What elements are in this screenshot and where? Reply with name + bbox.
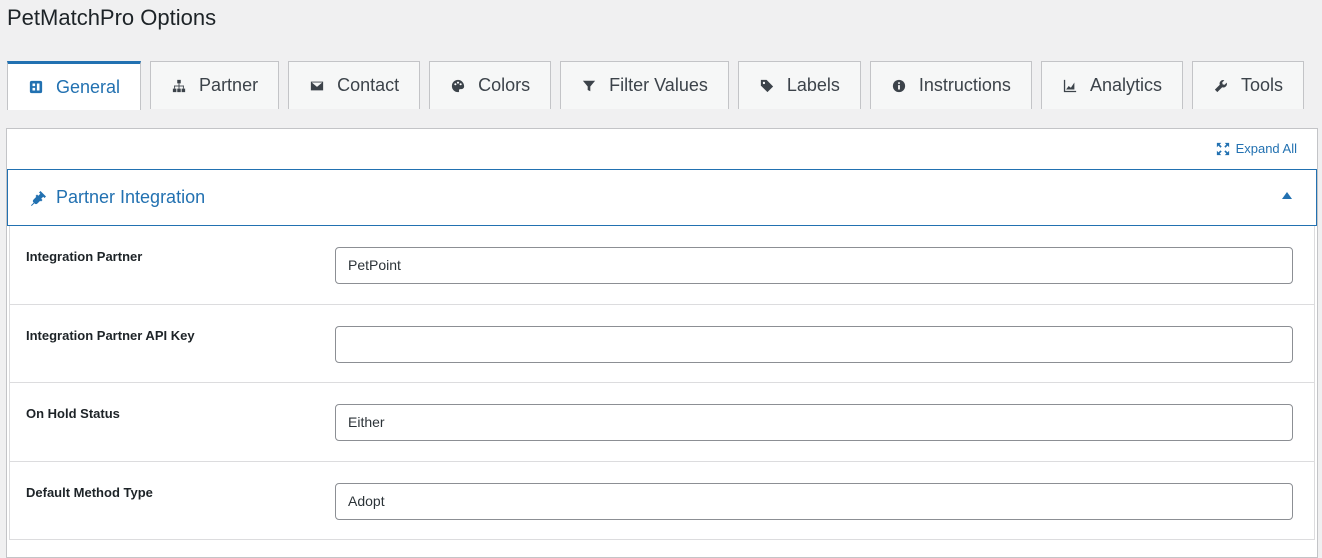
integration-partner-select[interactable]: PetPoint — [335, 247, 1293, 284]
tab-label: Partner — [199, 75, 259, 95]
tab-partner[interactable]: Partner — [150, 61, 280, 109]
page-title: PetMatchPro Options — [7, 5, 217, 30]
tab-label: Filter Values — [609, 75, 708, 95]
tab-bar: General Partner Contact Colors Filter Va… — [7, 61, 1304, 110]
tab-label: Analytics — [1089, 75, 1162, 95]
tab-label: Labels — [786, 75, 840, 95]
field-row-on-hold-status: On Hold Status Either — [10, 383, 1314, 462]
section-title: Partner Integration — [56, 187, 206, 207]
tab-colors[interactable]: Colors — [429, 61, 552, 109]
default-method-type-select[interactable]: Adopt — [335, 482, 1293, 520]
tab-label: Instructions — [918, 75, 1011, 95]
palette-icon — [450, 78, 466, 94]
tab-label: Tools — [1240, 75, 1283, 95]
field-label: Default Method Type — [26, 484, 153, 500]
expand-all-label: Expand All — [1235, 141, 1297, 156]
expand-icon — [1216, 142, 1229, 155]
section-header-partner-integration[interactable]: Partner Integration — [7, 169, 1317, 226]
field-label: Integration Partner API Key — [26, 327, 195, 343]
tab-analytics[interactable]: Analytics — [1040, 61, 1183, 109]
tab-label: General — [56, 76, 121, 97]
plug-icon — [30, 190, 46, 206]
field-row-default-method-type: Default Method Type Adopt — [10, 461, 1314, 540]
field-row-integration-partner: Integration Partner PetPoint — [10, 226, 1314, 305]
on-hold-status-select[interactable]: Either — [335, 404, 1293, 441]
chart-icon — [1062, 78, 1078, 94]
tab-instructions[interactable]: Instructions — [869, 61, 1032, 109]
tab-labels[interactable]: Labels — [737, 61, 861, 109]
tab-label: Colors — [478, 75, 531, 95]
field-label: On Hold Status — [26, 406, 120, 421]
field-rows: Integration Partner PetPoint Integration… — [9, 226, 1315, 540]
filter-icon — [581, 78, 597, 94]
tab-contact[interactable]: Contact — [288, 61, 421, 109]
field-row-api-key: Integration Partner API Key — [10, 304, 1314, 383]
sitemap-icon — [171, 78, 187, 94]
collapse-caret-icon[interactable] — [1282, 192, 1292, 199]
tag-icon — [759, 78, 775, 94]
options-panel: Expand All Partner Integration Integrati… — [6, 128, 1318, 558]
api-key-input[interactable] — [335, 325, 1293, 363]
info-icon — [891, 78, 907, 94]
tab-tools[interactable]: Tools — [1191, 61, 1304, 109]
tab-general[interactable]: General — [7, 61, 142, 110]
wrench-icon — [1213, 78, 1229, 94]
general-icon — [28, 79, 44, 95]
envelope-icon — [309, 78, 325, 94]
tab-label: Contact — [337, 75, 400, 95]
expand-all-button[interactable]: Expand All — [1216, 141, 1297, 156]
field-label: Integration Partner — [26, 249, 143, 264]
tab-filter-values[interactable]: Filter Values — [560, 61, 729, 109]
